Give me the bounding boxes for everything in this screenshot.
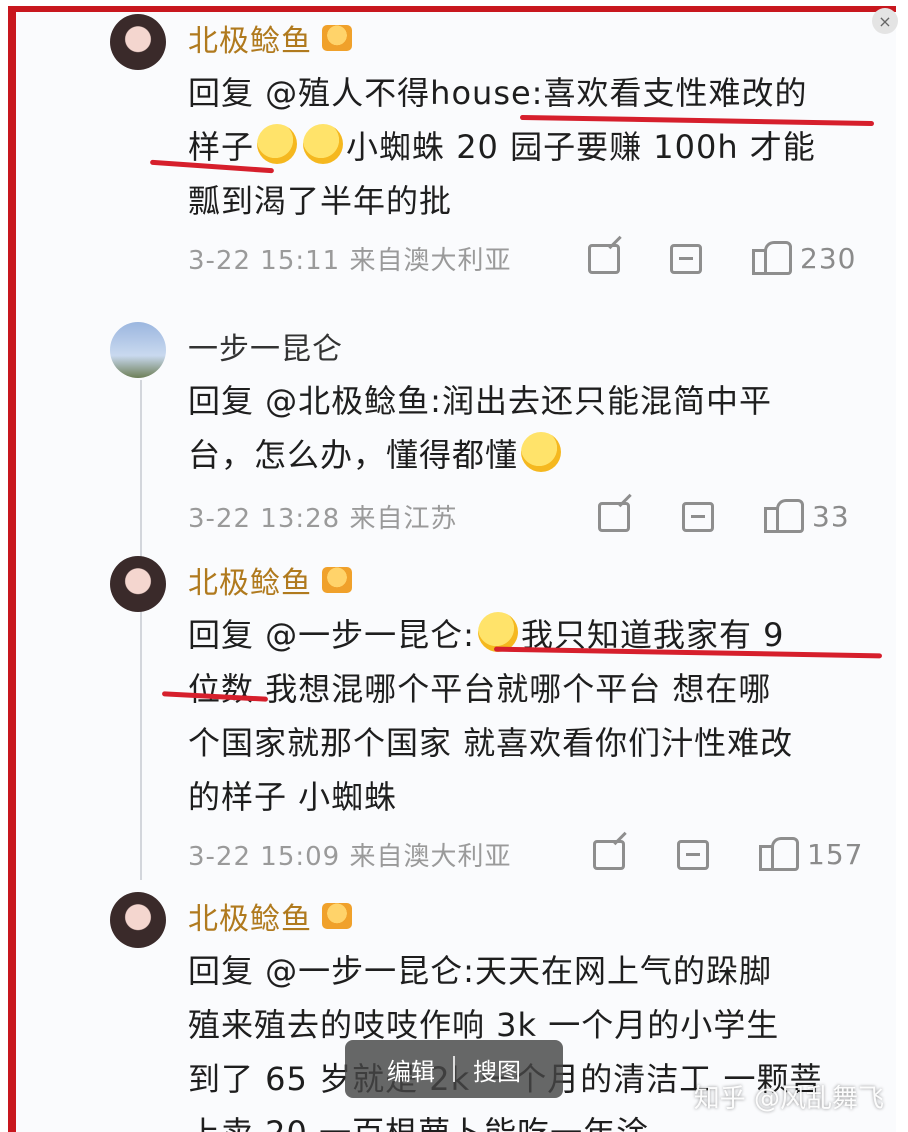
reply-button[interactable]: [670, 243, 702, 274]
timestamp-location: 3-22 15:09 来自澳大利亚: [188, 842, 512, 872]
vip-badge-icon: [322, 25, 352, 51]
toolbar-divider: [453, 1056, 455, 1082]
comment-text: 回复 @殖人不得house:喜欢看支性难改的 样子 小蜘蛛 20 园子要赚 100…: [188, 66, 868, 228]
text-segment: 回复 @一步一昆仑:天天在网上气的跺脚: [188, 952, 772, 990]
username-text[interactable]: 一步一昆仑: [188, 324, 343, 368]
image-toolbar: 编辑 搜图: [345, 1040, 563, 1098]
smile-emoji-icon: [257, 124, 298, 164]
comment-icon: [682, 501, 714, 532]
thumbs-up-icon: [752, 240, 792, 275]
text-segment: 我想混哪个平台就哪个平台 想在哪: [265, 670, 772, 708]
comment-meta: 3-22 13:28 来自江苏 33: [188, 498, 878, 535]
comment-icon: [670, 243, 702, 274]
reply-prefix[interactable]: 回复 @一步一昆仑:: [188, 616, 475, 654]
share-icon: [598, 501, 630, 532]
comment-text: 回复 @北极鲶鱼:润出去还只能混简中平 台，怎么办，懂得都懂: [188, 374, 868, 482]
text-segment: 喜欢看支性难改的: [543, 74, 808, 112]
like-button[interactable]: 157: [759, 836, 864, 871]
text-segment: 个国家就那个国家 就喜欢看你们汁性难改: [188, 724, 794, 762]
like-button[interactable]: 33: [764, 498, 850, 533]
reply-button[interactable]: [677, 839, 709, 870]
share-icon: [588, 243, 620, 274]
thread-line: [140, 380, 142, 880]
share-icon: [593, 839, 625, 870]
username[interactable]: 北极鲶鱼: [188, 894, 352, 938]
text-segment: 台，怎么办，懂得都懂: [188, 436, 519, 474]
smile-emoji-icon: [303, 124, 344, 164]
text-segment: 瓢到渴了半年的批: [188, 182, 453, 220]
thumbs-up-icon: [764, 498, 804, 533]
text-segment: 回复 @北极鲶鱼:润出去还只能混简中平: [188, 382, 772, 420]
avatar[interactable]: [110, 556, 166, 612]
text-segment: 殖来殖去的吱吱作响 3k 一个月的小学生: [188, 1006, 780, 1044]
reply-prefix[interactable]: 回复 @殖人不得house:: [188, 74, 543, 112]
like-count: 33: [812, 500, 850, 533]
vip-badge-icon: [322, 903, 352, 929]
reply-button[interactable]: [682, 501, 714, 532]
share-button[interactable]: [593, 839, 625, 870]
username-text[interactable]: 北极鲶鱼: [188, 16, 312, 60]
like-button[interactable]: 230: [752, 240, 857, 275]
comment-meta: 3-22 15:09 来自澳大利亚 157: [188, 836, 878, 873]
comment-text: 回复 @一步一昆仑: 我只知道我家有 9 位数 我想混哪个平台就哪个平台 想在哪 …: [188, 608, 868, 824]
edit-button[interactable]: 编辑: [387, 1052, 435, 1087]
comment-icon: [677, 839, 709, 870]
close-icon[interactable]: ×: [872, 8, 898, 34]
username[interactable]: 北极鲶鱼: [188, 558, 352, 602]
username-text[interactable]: 北极鲶鱼: [188, 558, 312, 602]
like-count: 230: [800, 242, 857, 275]
username-text[interactable]: 北极鲶鱼: [188, 894, 312, 938]
text-segment: 的样子 小蜘蛛: [188, 778, 398, 816]
text-segment: 小蜘蛛 20 园子要赚 100h 才能: [346, 128, 816, 166]
watermark: 知乎 @风乱舞飞: [693, 1084, 884, 1114]
share-button[interactable]: [588, 243, 620, 274]
avatar[interactable]: [110, 892, 166, 948]
timestamp-location: 3-22 13:28 来自江苏: [188, 504, 458, 534]
username[interactable]: 北极鲶鱼: [188, 16, 352, 60]
share-button[interactable]: [598, 501, 630, 532]
like-count: 157: [807, 838, 864, 871]
smirk-emoji-icon: [521, 432, 562, 472]
username[interactable]: 一步一昆仑: [188, 324, 343, 368]
avatar[interactable]: [110, 322, 166, 378]
text-segment: 样子: [188, 128, 255, 166]
search-image-button[interactable]: 搜图: [473, 1052, 521, 1087]
thumbs-up-icon: [759, 836, 799, 871]
text-segment: 位数: [188, 670, 255, 708]
comment-meta: 3-22 15:11 来自澳大利亚 230: [188, 240, 878, 277]
vip-badge-icon: [322, 567, 352, 593]
avatar[interactable]: [110, 14, 166, 70]
timestamp-location: 3-22 15:11 来自澳大利亚: [188, 246, 512, 276]
text-segment: 上卖 20 一百根萝卜能吃一年淦: [188, 1114, 649, 1132]
